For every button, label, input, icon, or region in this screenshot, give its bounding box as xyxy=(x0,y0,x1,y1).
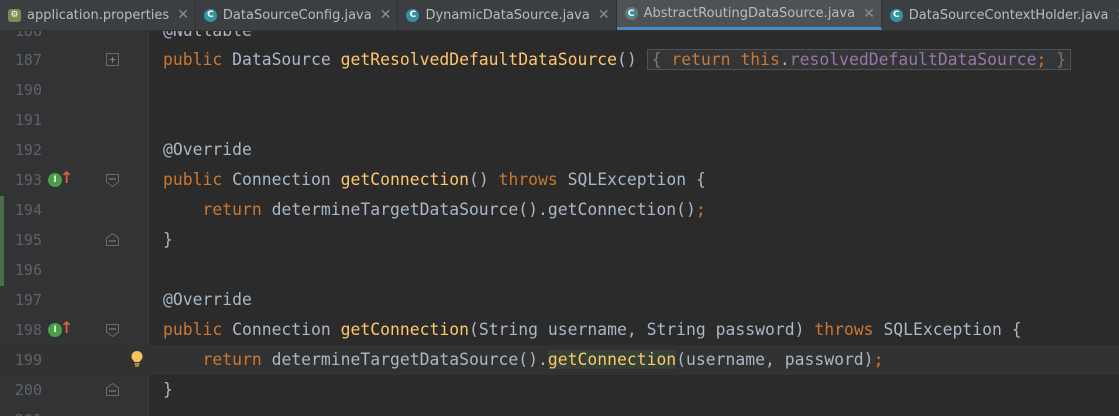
tab-label: DataSourceContextHolder.java xyxy=(908,7,1109,23)
code-line: 192 @Override xyxy=(0,135,1119,165)
code-line: 190 xyxy=(0,75,1119,105)
folded-region[interactable]: { return this.resolvedDefaultDataSource;… xyxy=(646,49,1072,70)
code-line-current: 199 return determineTargetDataSource().g… xyxy=(0,345,1119,375)
collapse-fold-icon[interactable] xyxy=(106,174,119,187)
editor-tab-bar: ⚙ application.properties ✕ C DataSourceC… xyxy=(0,0,1119,31)
code-line: 191 xyxy=(0,105,1119,135)
java-class-icon: C xyxy=(203,8,217,22)
code-line: 197 @Override xyxy=(0,285,1119,315)
line-number: 197 xyxy=(14,291,42,309)
code-text: @Nullable xyxy=(163,31,252,46)
abstract-class-icon: C xyxy=(624,7,638,20)
close-icon[interactable]: ✕ xyxy=(598,8,610,22)
tab-application-properties[interactable]: ⚙ application.properties ✕ xyxy=(0,0,196,30)
code-editor[interactable]: 186 @Nullable 187 + public DataSource ge… xyxy=(0,31,1119,416)
line-number: 199 xyxy=(14,351,42,369)
tab-label: DataSourceConfig.java xyxy=(222,7,372,23)
code-text: @Override xyxy=(163,290,252,309)
close-icon[interactable]: ✕ xyxy=(177,8,189,22)
code-text: return determineTargetDataSource().getCo… xyxy=(202,200,706,219)
code-text: } xyxy=(163,380,173,399)
override-arrow-icon[interactable]: ↑ xyxy=(60,318,73,337)
line-number: 201 xyxy=(0,405,42,416)
tab-dynamicdatasource[interactable]: C DynamicDataSource.java ✕ xyxy=(398,0,617,30)
line-number: 192 xyxy=(14,141,42,159)
code-line: 198 I ↑ public Connection getConnection(… xyxy=(0,315,1119,345)
line-number: 194 xyxy=(14,201,42,219)
line-number: 196 xyxy=(14,261,42,279)
java-class-icon: C xyxy=(889,8,903,22)
code-line: 195 } xyxy=(0,225,1119,255)
code-line: 200 } xyxy=(0,375,1119,405)
collapse-fold-end-icon[interactable] xyxy=(106,233,119,246)
code-text: public Connection getConnection(String u… xyxy=(163,320,1022,339)
code-text: public DataSource getResolvedDefaultData… xyxy=(163,45,1072,75)
line-number: 198 xyxy=(14,321,42,339)
code-line: 194 return determineTargetDataSource().g… xyxy=(0,195,1119,225)
expand-fold-icon[interactable]: + xyxy=(106,53,119,66)
tab-datasourceconfig[interactable]: C DataSourceConfig.java ✕ xyxy=(196,0,399,30)
collapse-fold-end-icon[interactable] xyxy=(106,383,119,396)
close-icon[interactable]: ✕ xyxy=(863,7,875,21)
line-number: 200 xyxy=(14,381,42,399)
lightbulb-icon[interactable] xyxy=(130,350,144,368)
code-line: 187 + public DataSource getResolvedDefau… xyxy=(0,45,1119,75)
close-icon[interactable]: ✕ xyxy=(380,8,392,22)
properties-file-icon: ⚙ xyxy=(8,8,21,22)
code-line: 193 I ↑ public Connection getConnection(… xyxy=(0,165,1119,195)
code-line: 196 xyxy=(0,255,1119,285)
tab-abstractroutingdatasource[interactable]: C AbstractRoutingDataSource.java ✕ xyxy=(616,0,882,30)
code-text: @Override xyxy=(163,140,252,159)
code-text: } xyxy=(163,230,173,249)
line-number: 193 xyxy=(14,171,42,189)
code-text: public Connection getConnection() throws… xyxy=(163,170,706,189)
collapse-fold-icon[interactable] xyxy=(106,324,119,337)
code-text: return determineTargetDataSource().getCo… xyxy=(202,350,884,369)
line-number: 191 xyxy=(14,111,42,129)
code-line: 201 xyxy=(0,405,1119,416)
line-number: 195 xyxy=(14,231,42,249)
tab-label: DynamicDataSource.java xyxy=(425,7,590,23)
override-arrow-icon[interactable]: ↑ xyxy=(60,168,73,187)
tab-label: application.properties xyxy=(27,7,170,23)
line-number: 186 xyxy=(14,31,42,40)
tab-label: AbstractRoutingDataSource.java xyxy=(643,6,856,21)
line-number: 187 xyxy=(14,51,42,69)
java-class-icon: C xyxy=(406,8,420,22)
tab-datasourcecontextholder[interactable]: C DataSourceContextHolder.java ✕ xyxy=(882,0,1119,30)
line-number: 190 xyxy=(14,81,42,99)
code-line: 186 @Nullable xyxy=(0,31,1119,46)
